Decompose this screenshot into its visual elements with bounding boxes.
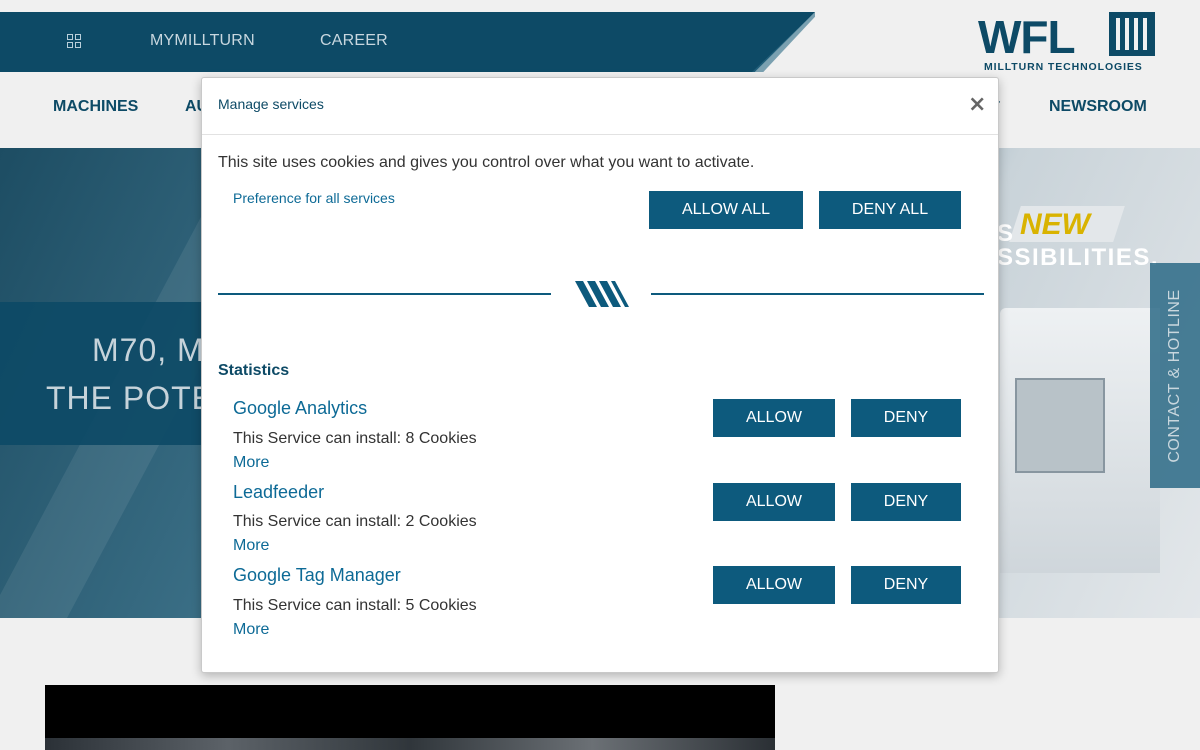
service-name-google-analytics: Google Analytics — [233, 398, 368, 418]
service-cookie-count: This Service can install: 5 Cookies — [233, 597, 477, 614]
video-thumbnail-strip — [45, 738, 775, 750]
service-deny-button[interactable]: DENY — [851, 483, 961, 521]
service-cookie-count: This Service can install: 2 Cookies — [233, 513, 477, 530]
hero-promo-fragment: SSIBILITIES. — [997, 244, 1160, 271]
logo-mark-icon — [1109, 12, 1155, 56]
dialog-title: Manage services — [218, 96, 324, 112]
contact-hotline-label[interactable]: CONTACT & HOTLINE — [1166, 289, 1184, 462]
hero-text-band — [0, 302, 210, 445]
cookie-consent-dialog: Manage services × This site uses cookies… — [201, 77, 999, 673]
service-allow-button[interactable]: ALLOW — [713, 483, 835, 521]
deny-all-button[interactable]: DENY ALL — [819, 191, 961, 229]
hero-headline-line2: THE POTE — [46, 380, 215, 416]
divider-right — [651, 293, 984, 295]
apps-grid-icon[interactable] — [67, 34, 81, 48]
divider-left — [218, 293, 551, 295]
new-badge-text: NEW — [1020, 208, 1090, 241]
wfl-logo[interactable]: WFL MILLTURN TECHNOLOGIES — [978, 11, 1158, 74]
service-more-link[interactable]: More — [233, 454, 269, 472]
service-allow-button[interactable]: ALLOW — [713, 399, 835, 437]
top-link-career[interactable]: CAREER — [320, 32, 388, 50]
close-icon[interactable]: × — [968, 94, 986, 116]
dialog-header: Manage services × — [202, 78, 998, 135]
service-more-link[interactable]: More — [233, 621, 269, 639]
machine-window — [1015, 378, 1105, 473]
nav-item-machines[interactable]: MACHINES — [53, 98, 138, 116]
service-deny-button[interactable]: DENY — [851, 399, 961, 437]
preference-all-services-label: Preference for all services — [233, 190, 395, 206]
service-deny-button[interactable]: DENY — [851, 566, 961, 604]
nav-item-newsroom[interactable]: NEWSROOM — [1049, 98, 1147, 116]
service-more-link[interactable]: More — [233, 537, 269, 555]
dialog-intro-text: This site uses cookies and gives you con… — [218, 154, 755, 171]
allow-all-button[interactable]: ALLOW ALL — [649, 191, 803, 229]
wfl-stripes-icon — [575, 281, 629, 307]
service-name-google-tag-manager: Google Tag Manager — [233, 565, 401, 585]
logo-wordmark: WFL — [978, 11, 1076, 63]
service-name-leadfeeder: Leadfeeder — [233, 482, 325, 502]
service-allow-button[interactable]: ALLOW — [713, 566, 835, 604]
top-bar-background — [0, 12, 815, 72]
top-bar: MYMILLTURN CAREER WFL MILLTURN TECHNOLOG… — [0, 11, 1200, 74]
section-title-statistics: Statistics — [218, 362, 290, 379]
hero-headline-line1: M70, M — [92, 332, 205, 368]
top-link-mymillturn[interactable]: MYMILLTURN — [150, 32, 255, 50]
service-cookie-count: This Service can install: 8 Cookies — [233, 430, 477, 447]
